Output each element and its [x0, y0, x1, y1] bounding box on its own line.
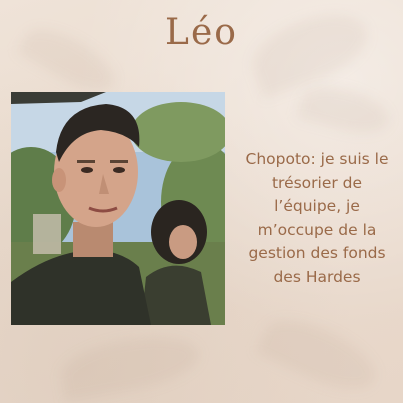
leaf-shadow-decoration	[56, 328, 204, 402]
profile-photo	[11, 92, 225, 325]
person-bio: Chopoto: je suis le trésorier de l’équip…	[245, 150, 389, 286]
person-name: Léo	[165, 12, 238, 53]
leaf-shadow-decoration	[255, 306, 385, 403]
profile-photo-illustration	[11, 92, 225, 325]
leaf-shadow-decoration	[296, 79, 394, 141]
profile-card: Léo Chopoto: je suis le trésorier de l’é…	[0, 0, 403, 403]
